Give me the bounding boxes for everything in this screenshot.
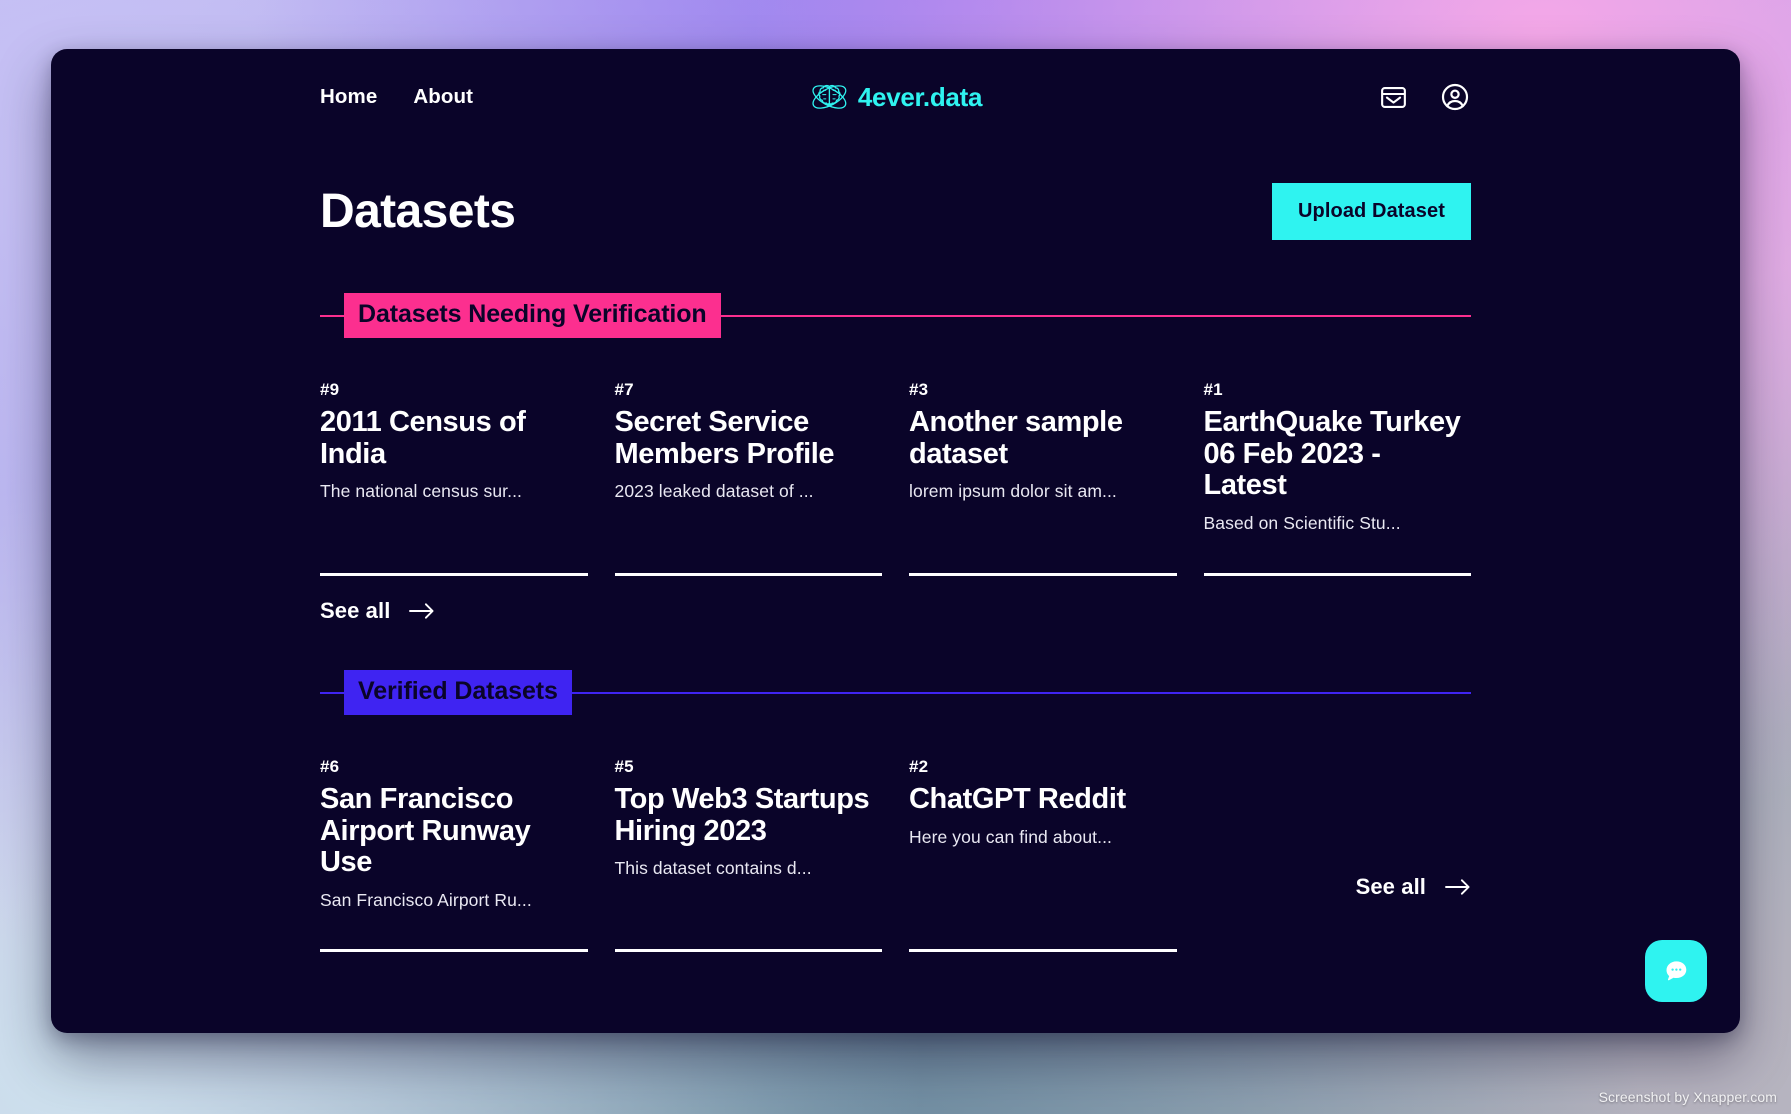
nav-link-home[interactable]: Home <box>320 85 377 109</box>
dataset-title: San Francisco Airport Runway Use <box>320 783 531 879</box>
section-rule-left <box>320 691 344 694</box>
card-underline <box>320 949 588 952</box>
section-rule-left <box>320 314 344 317</box>
dataset-rank: #2 <box>909 757 929 776</box>
section-badge-needing-verification: Datasets Needing Verification <box>344 293 721 338</box>
top-navigation-bar: Home About 4ever.data <box>51 49 1740 145</box>
dataset-card[interactable]: #2 ChatGPT Reddit Here you can find abou… <box>909 757 1177 952</box>
dataset-rank: #3 <box>909 380 929 399</box>
card-underline <box>614 949 882 952</box>
dataset-card[interactable]: #6 San Francisco Airport Runway Use San … <box>320 757 588 952</box>
see-all-link-needing-verification[interactable]: See all <box>320 598 435 624</box>
dataset-rank: #1 <box>1203 380 1223 399</box>
brand-name: 4ever.data <box>857 81 983 112</box>
chat-widget-button[interactable] <box>1645 940 1707 1002</box>
dataset-description: The national census sur... <box>320 481 523 502</box>
nav-actions-group <box>1378 82 1470 112</box>
brain-atom-icon <box>809 77 849 117</box>
dataset-description: San Francisco Airport Ru... <box>320 889 532 910</box>
dataset-card[interactable]: #3 Another sample dataset lorem ipsum do… <box>909 380 1177 576</box>
arrow-right-icon <box>409 602 435 620</box>
nav-link-about[interactable]: About <box>413 85 473 109</box>
inbox-icon[interactable] <box>1378 82 1408 112</box>
see-all-label: See all <box>320 598 391 623</box>
dataset-rank: #6 <box>320 757 340 776</box>
screenshot-watermark: Screenshot by Xnapper.com <box>1598 1089 1777 1105</box>
section-rule-right <box>571 691 1471 694</box>
dataset-rank: #7 <box>614 380 634 399</box>
dataset-title: EarthQuake Turkey 06 Feb 2023 - Latest <box>1203 406 1461 502</box>
dataset-description: Based on Scientific Stu... <box>1203 512 1401 533</box>
dataset-title: 2011 Census of India <box>320 406 526 470</box>
dataset-description: 2023 leaked dataset of ... <box>614 481 814 502</box>
dataset-card[interactable]: #9 2011 Census of India The national cen… <box>320 380 588 576</box>
see-all-row-needing-verification: See all <box>320 598 1471 624</box>
card-underline <box>614 573 882 576</box>
dataset-description: Here you can find about... <box>909 826 1113 847</box>
card-underline <box>909 573 1177 576</box>
dataset-description: This dataset contains d... <box>614 858 812 879</box>
dataset-title: Another sample dataset <box>909 406 1123 470</box>
dataset-grid-empty-slot <box>1204 757 1472 952</box>
nav-links-group: Home About <box>320 85 473 109</box>
dataset-grid-needing-verification: #9 2011 Census of India The national cen… <box>320 380 1471 576</box>
upload-dataset-button[interactable]: Upload Dataset <box>1272 182 1471 240</box>
section-badge-verified: Verified Datasets <box>344 670 572 715</box>
chat-bubble-icon <box>1660 955 1692 987</box>
main-content: Datasets Upload Dataset Datasets Needing… <box>320 175 1471 952</box>
app-window: Home About 4ever.data Datasets Upload Da… <box>51 49 1740 1033</box>
card-underline <box>1203 573 1471 576</box>
dataset-title: Top Web3 Startups Hiring 2023 <box>614 783 870 847</box>
arrow-right-icon <box>1445 878 1471 896</box>
dataset-title: ChatGPT Reddit <box>909 783 1126 815</box>
see-all-link-verified[interactable]: See all <box>1356 874 1471 900</box>
dataset-title: Secret Service Members Profile <box>614 406 835 470</box>
account-circle-icon[interactable] <box>1440 82 1470 112</box>
page-header: Datasets Upload Dataset <box>320 175 1471 247</box>
see-all-label: See all <box>1355 874 1426 899</box>
dataset-rank: #9 <box>320 380 340 399</box>
section-rule-right <box>720 314 1471 317</box>
dataset-description: lorem ipsum dolor sit am... <box>909 481 1117 502</box>
card-underline <box>909 949 1177 952</box>
dataset-rank: #5 <box>614 757 634 776</box>
dataset-card[interactable]: #5 Top Web3 Startups Hiring 2023 This da… <box>614 757 882 952</box>
section-header-verified: Verified Datasets <box>320 670 1471 715</box>
card-underline <box>320 573 588 576</box>
dataset-card[interactable]: #1 EarthQuake Turkey 06 Feb 2023 - Lates… <box>1203 380 1471 576</box>
brand-logo[interactable]: 4ever.data <box>809 77 982 117</box>
section-header-needing-verification: Datasets Needing Verification <box>320 293 1471 338</box>
dataset-card[interactable]: #7 Secret Service Members Profile 2023 l… <box>614 380 882 576</box>
page-title: Datasets <box>320 184 516 238</box>
dataset-grid-verified: #6 San Francisco Airport Runway Use San … <box>320 757 1471 952</box>
